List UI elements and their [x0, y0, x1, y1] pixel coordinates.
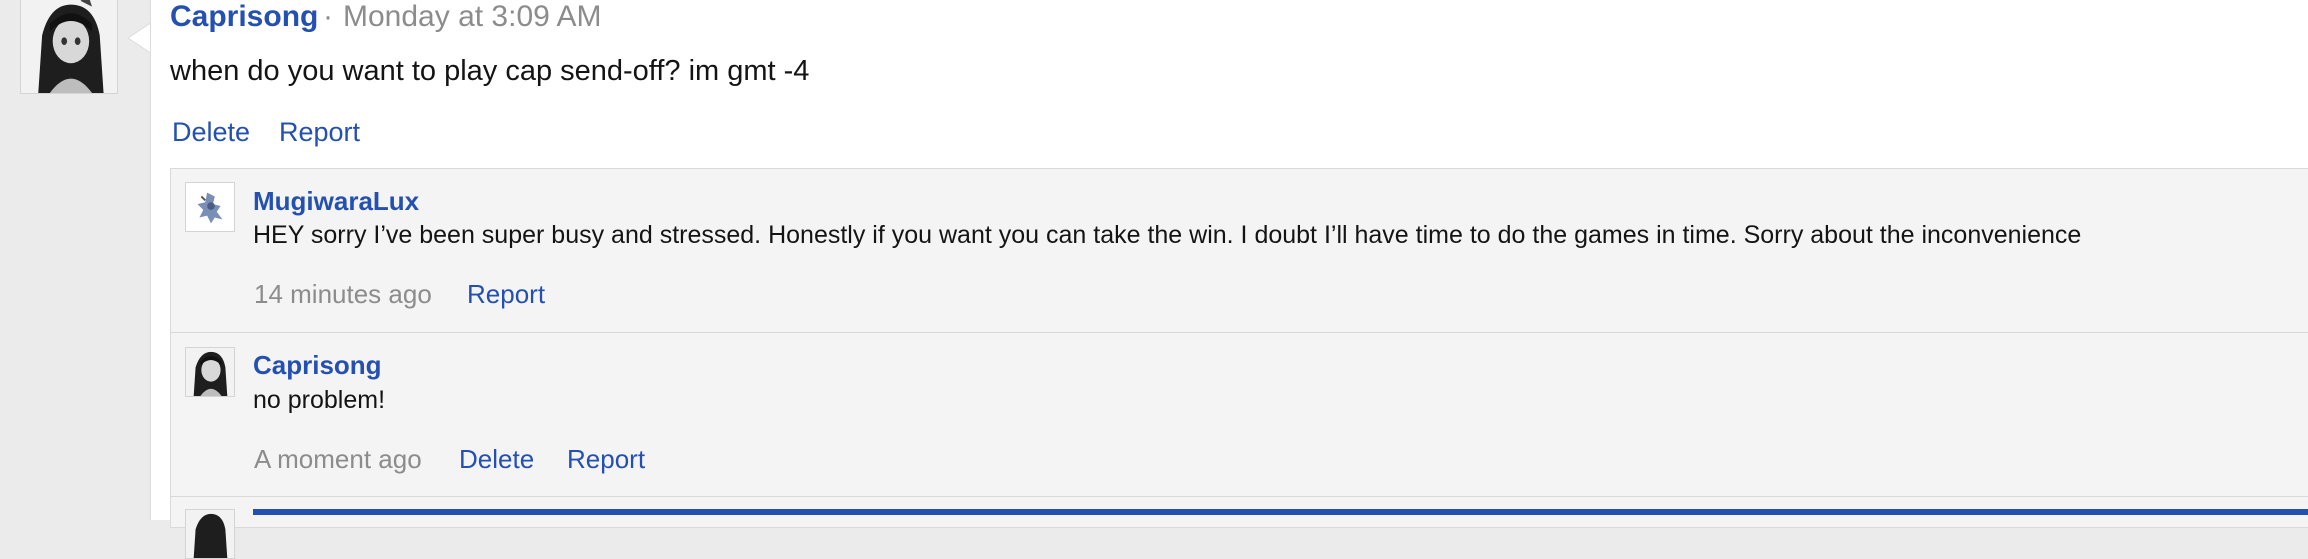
comment-report-link[interactable]: Report: [567, 444, 645, 475]
comments-list: MugiwaraLux HEY sorry I’ve been super bu…: [170, 168, 2308, 559]
post-timestamp[interactable]: Monday at 3:09 AM: [343, 0, 602, 34]
avatar-anime-girl-icon: [186, 510, 234, 558]
comment-avatar[interactable]: [185, 182, 235, 232]
avatar-anime-girl-icon: [21, 0, 117, 93]
post-body-text: when do you want to play cap send-off? i…: [170, 55, 810, 87]
comment-author-username[interactable]: Caprisong: [253, 350, 382, 381]
post-delete-link[interactable]: Delete: [172, 117, 250, 148]
comment-author-username[interactable]: MugiwaraLux: [253, 186, 419, 217]
comment-body-text: HEY sorry I’ve been super busy and stres…: [253, 221, 2082, 249]
comment-divider: [171, 332, 2308, 333]
post-report-link[interactable]: Report: [279, 117, 360, 148]
comment-divider: [171, 496, 2308, 497]
comment-delete-link[interactable]: Delete: [459, 444, 534, 475]
reply-input-bar[interactable]: [253, 509, 2308, 515]
avatar-mech-icon: [186, 183, 234, 231]
post-author-avatar[interactable]: [20, 0, 118, 94]
comment-timestamp[interactable]: A moment ago: [254, 444, 422, 475]
post-author-username[interactable]: Caprisong: [170, 0, 318, 34]
comment-avatar[interactable]: [185, 347, 235, 397]
comment-body-text: no problem!: [253, 386, 386, 414]
comment-report-link[interactable]: Report: [467, 279, 545, 310]
speech-pointer-icon: [128, 22, 152, 54]
post-header-separator: ·: [323, 0, 333, 33]
comment-timestamp[interactable]: 14 minutes ago: [254, 279, 432, 310]
avatar-anime-girl-icon: [186, 348, 234, 396]
reply-avatar: [185, 509, 235, 559]
